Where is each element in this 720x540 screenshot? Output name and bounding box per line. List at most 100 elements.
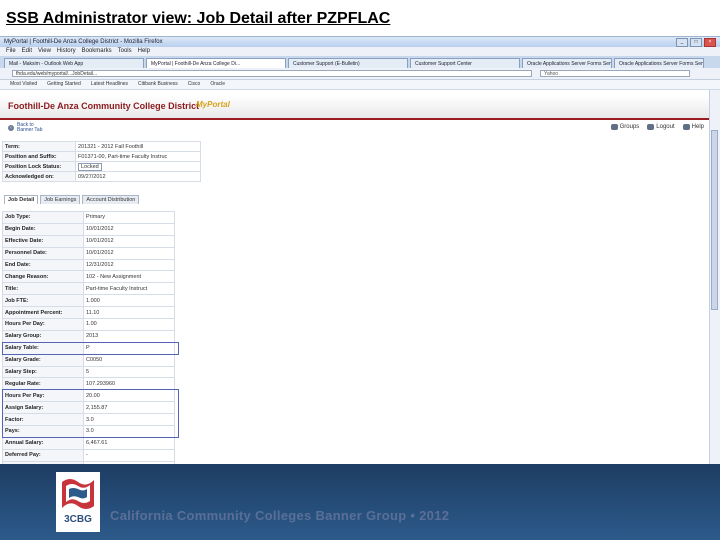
address-input[interactable]: fhda.edu/web/myportal/...JobDetail... <box>12 70 532 77</box>
table-row: Job Type: Primary <box>2 211 175 224</box>
lock-status-badge: Locked <box>78 162 102 171</box>
detail-value: 102 - New Assignment <box>83 270 175 284</box>
detail-label: Begin Date: <box>2 222 84 236</box>
detail-value: 10/01/2012 <box>83 222 175 236</box>
menu-item-help[interactable]: Help <box>138 48 150 54</box>
close-icon[interactable]: × <box>704 38 716 47</box>
bookmark-item[interactable]: Latest Headlines <box>91 81 128 87</box>
browser-tab[interactable]: Customer Support Center <box>410 58 520 68</box>
menu-item-edit[interactable]: Edit <box>22 48 32 54</box>
navigation-bar: fhda.edu/web/myportal/...JobDetail... Ya… <box>0 68 720 80</box>
detail-label: Personnel Date: <box>2 246 84 260</box>
web-page: Foothill-De Anza Community College Distr… <box>0 90 710 465</box>
page-scrollbar[interactable] <box>709 90 720 465</box>
groups-link[interactable]: Groups <box>610 124 639 130</box>
footer-text: California Community Colleges Banner Gro… <box>110 508 450 523</box>
table-row: Term: 201321 - 2012 Fall Foothill <box>2 141 201 152</box>
table-row: Change Reason: 102 - New Assignment <box>2 270 175 284</box>
appointment-percent-highlight <box>2 342 179 355</box>
detail-value: C0050 <box>83 353 175 367</box>
tab-account-distribution[interactable]: Account Distribution <box>82 195 140 204</box>
detail-value: 12/31/2012 <box>83 258 175 272</box>
browser-tab-active[interactable]: MyPortal | Foothill-De Anza College Di..… <box>146 58 286 68</box>
portal-links: Groups Logout Help <box>610 124 704 130</box>
detail-label: End Date: <box>2 258 84 272</box>
salary-grade-highlight <box>2 389 179 438</box>
detail-label: Effective Date: <box>2 234 84 248</box>
browser-tab[interactable]: Oracle Applications Server Forms Service… <box>614 58 704 68</box>
detail-value: 6,467.61 <box>83 436 175 450</box>
detail-value: 5 <box>83 365 175 379</box>
table-row: Deferred Pay: - <box>2 448 175 462</box>
maximize-icon[interactable]: □ <box>690 38 702 47</box>
table-row: Acknowledged on: 09/27/2012 <box>2 171 201 182</box>
table-row: Appointment Percent: 11.10 <box>2 306 175 320</box>
detail-label: Change Reason: <box>2 270 84 284</box>
detail-label: Deferred Pay: <box>2 448 84 462</box>
minimize-icon[interactable]: _ <box>676 38 688 47</box>
browser-window: MyPortal | Foothill-De Anza College Dist… <box>0 36 720 465</box>
table-row: Position and Suffix: F01371-00, Part-tim… <box>2 151 201 162</box>
summary-label: Acknowledged on: <box>2 171 76 182</box>
window-titlebar: MyPortal | Foothill-De Anza College Dist… <box>0 37 720 47</box>
summary-value: F01371-00, Part-time Faculty Instruc <box>75 151 201 162</box>
browser-tab[interactable]: Mail - Maksim - Outlook Web App <box>4 58 144 68</box>
position-summary-table: Term: 201321 - 2012 Fall Foothill Positi… <box>2 141 201 182</box>
job-detail-tabs: Job Detail Job Earnings Account Distribu… <box>4 195 140 204</box>
bookmark-item[interactable]: Oracle <box>210 81 225 87</box>
search-input[interactable]: Yahoo <box>540 70 690 77</box>
logout-icon <box>647 124 655 130</box>
detail-label: Salary Group: <box>2 329 84 343</box>
menu-bar: File Edit View History Bookmarks Tools Help <box>0 47 720 56</box>
detail-value: 1.00 <box>83 318 175 331</box>
table-row: Position Lock Status: Locked <box>2 161 201 172</box>
detail-label: Annual Salary: <box>2 436 84 450</box>
portal-logo[interactable]: MyPortal <box>196 100 230 109</box>
table-row: End Date: 12/31/2012 <box>2 258 175 272</box>
table-row: Salary Group: 2013 <box>2 329 175 343</box>
bookmark-item[interactable]: Citibank Business <box>138 81 178 87</box>
district-name: Foothill-De Anza Community College Distr… <box>8 101 200 111</box>
menu-item-file[interactable]: File <box>6 48 16 54</box>
bookmark-item[interactable]: Most Visited <box>10 81 37 87</box>
detail-label: Hours Per Day: <box>2 318 84 331</box>
slide-title-bar: SSB Administrator view: Job Detail after… <box>0 0 720 36</box>
detail-label: Salary Step: <box>2 365 84 379</box>
back-link-label: Back to Banner Tab <box>17 122 43 133</box>
logo-text: 3CBG <box>64 514 92 525</box>
logo-mark-icon <box>62 479 94 509</box>
detail-value: Primary <box>83 211 175 224</box>
detail-label: Appointment Percent: <box>2 306 84 320</box>
detail-value: 10/01/2012 <box>83 234 175 248</box>
detail-value: 2013 <box>83 329 175 343</box>
slide-title: SSB Administrator view: Job Detail after… <box>6 10 391 27</box>
browser-tab[interactable]: Oracle Applications Server Forms Service… <box>522 58 612 68</box>
table-row: Effective Date: 10/01/2012 <box>2 234 175 248</box>
bookmark-item[interactable]: Cisco <box>188 81 201 87</box>
tab-job-detail[interactable]: Job Detail <box>4 195 39 204</box>
menu-item-tools[interactable]: Tools <box>118 48 132 54</box>
summary-label: Position Lock Status: <box>2 161 76 172</box>
tab-job-earnings[interactable]: Job Earnings <box>40 195 81 204</box>
logout-link[interactable]: Logout <box>647 124 675 130</box>
browser-tab[interactable]: Customer Support (E-Bulletin) <box>288 58 408 68</box>
help-link[interactable]: Help <box>682 124 704 130</box>
detail-label: Salary Grade: <box>2 353 84 367</box>
table-row: Begin Date: 10/01/2012 <box>2 222 175 236</box>
help-icon <box>682 124 690 130</box>
bookmarks-toolbar: Most Visited Getting Started Latest Headli… <box>0 80 720 90</box>
scrollbar-thumb[interactable] <box>711 130 718 310</box>
3cbg-logo: 3CBG <box>56 472 100 532</box>
summary-label: Position and Suffix: <box>2 151 76 162</box>
detail-value: 10/01/2012 <box>83 246 175 260</box>
back-to-banner-link[interactable]: ‹ Back to Banner Tab <box>8 123 47 133</box>
back-arrow-icon: ‹ <box>8 125 14 131</box>
window-title: MyPortal | Foothill-De Anza College Dist… <box>4 39 163 45</box>
menu-item-history[interactable]: History <box>57 48 76 54</box>
menu-item-view[interactable]: View <box>38 48 51 54</box>
bookmark-item[interactable]: Getting Started <box>47 81 81 87</box>
detail-label: Job Type: <box>2 211 84 224</box>
table-row: Salary Grade: C0050 <box>2 353 175 367</box>
window-controls: _ □ × <box>676 38 716 47</box>
menu-item-bookmarks[interactable]: Bookmarks <box>82 48 112 54</box>
